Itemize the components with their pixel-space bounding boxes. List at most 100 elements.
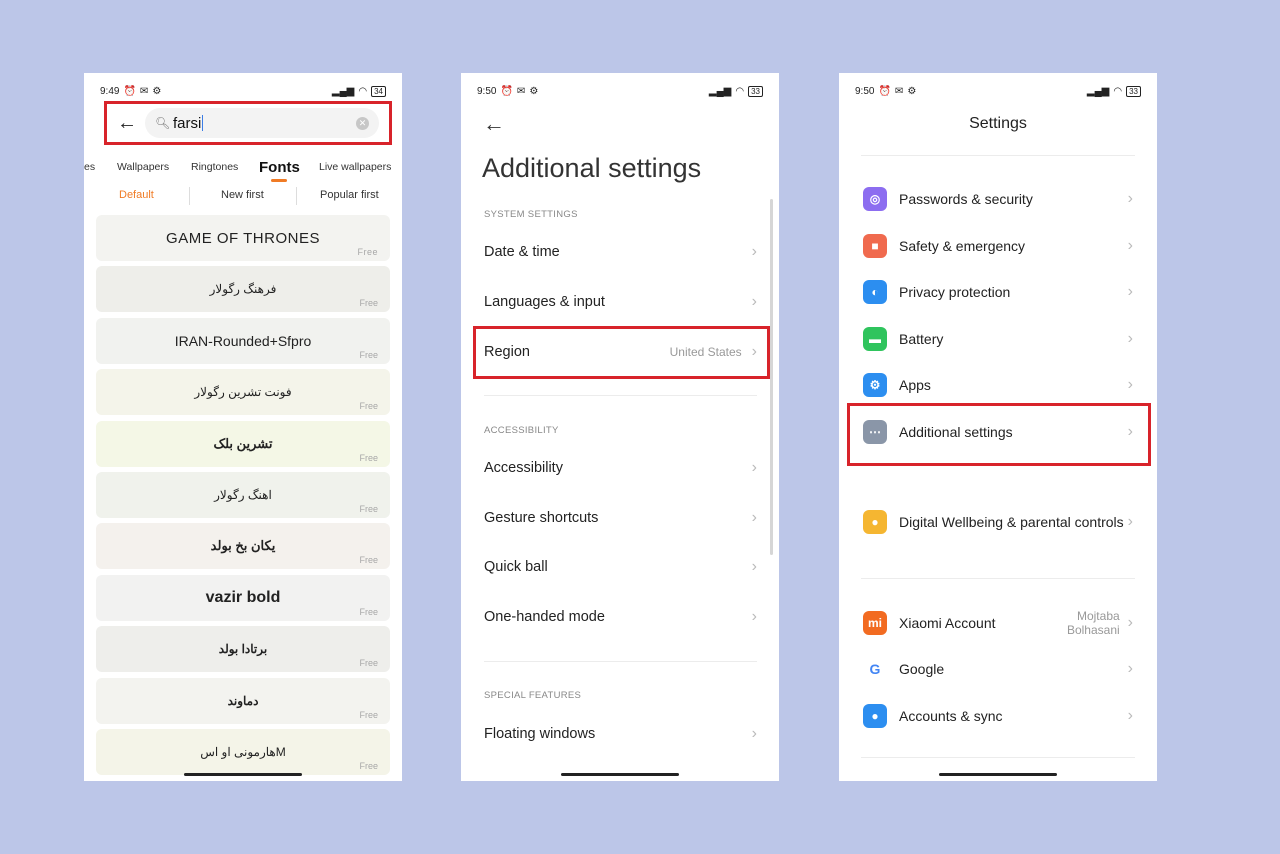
chevron-right-icon: › [751, 725, 757, 742]
sort-popular-first[interactable]: Popular first [320, 189, 379, 201]
settings-item-passwords[interactable]: ◎ Passwords & security › [863, 187, 1133, 211]
font-name: IRAN-Rounded+Sfpro [174, 332, 312, 349]
chevron-right-icon: › [751, 608, 757, 625]
row-accessibility[interactable]: Accessibility › [484, 453, 757, 483]
divider [189, 187, 190, 205]
battery-icon: 34 [371, 85, 386, 97]
font-name: تشرین بلک [213, 435, 273, 451]
font-card[interactable]: IRAN-Rounded+Sfpro Free [96, 317, 390, 364]
settings-item-safety[interactable]: ■ Safety & emergency › [863, 234, 1133, 258]
sort-new-first[interactable]: New first [221, 189, 264, 201]
message-icon: ✉ [139, 85, 149, 97]
tab-fonts[interactable]: Fonts [259, 159, 300, 182]
page-title: Additional settings [482, 153, 702, 183]
home-indicator[interactable] [939, 773, 1057, 776]
additional-settings-screen: 9:50 ⏰ ✉ ⚙ ▂▄▆ ◠ 33 ← Additional setting… [461, 73, 779, 781]
settings-item-wellbeing[interactable]: ● Digital Wellbeing & parental controls … [863, 510, 1133, 534]
status-time: 9:49 [100, 85, 120, 97]
font-name: هارمونی او اسM [200, 744, 286, 759]
back-arrow-icon[interactable]: ← [483, 111, 505, 137]
chevron-right-icon: › [1127, 237, 1133, 254]
row-one-handed-mode[interactable]: One-handed mode › [484, 602, 757, 632]
wifi-icon: ◠ [1113, 85, 1123, 97]
settings-item-battery[interactable]: ▬ Battery › [863, 327, 1133, 351]
row-date-time[interactable]: Date & time › [484, 237, 757, 267]
font-name: فرهنگ رگولار [209, 282, 277, 297]
search-icon: 🔍︎ [155, 116, 171, 130]
font-card[interactable]: هارمونی او اسM Free [96, 728, 390, 775]
price-label: Free [357, 247, 378, 257]
battery-icon: ▬ [863, 327, 887, 351]
item-label: Xiaomi Account [899, 614, 996, 631]
person-icon: ● [863, 704, 887, 728]
privacy-icon: ◐ [863, 280, 887, 304]
price-label: Free [359, 298, 378, 309]
font-name: GAME OF THRONES [166, 229, 320, 247]
tab-live-wallpapers[interactable]: Live wallpapers [319, 161, 391, 173]
status-bar: 9:50 ⏰ ✉ ⚙ ▂▄▆ ◠ 33 [477, 84, 763, 98]
row-languages-input[interactable]: Languages & input › [484, 287, 757, 317]
scrollbar[interactable] [770, 199, 773, 555]
font-card[interactable]: فونت تشرین رگولار Free [96, 369, 390, 416]
font-card[interactable]: فرهنگ رگولار Free [96, 266, 390, 313]
back-arrow-icon[interactable]: ← [117, 112, 139, 135]
account-name: Mojtaba Bolhasani [1067, 609, 1120, 637]
settings-item-privacy[interactable]: ◐ Privacy protection › [863, 280, 1133, 304]
font-card[interactable]: برتادا بولد Free [96, 626, 390, 673]
row-label: Date & time [484, 244, 560, 260]
alarm-icon: ⏰ [123, 85, 136, 97]
row-floating-windows[interactable]: Floating windows › [484, 719, 757, 749]
search-bar-highlight: ← 🔍︎ farsi ✕ [104, 101, 392, 145]
home-indicator[interactable] [184, 773, 302, 776]
item-label: Privacy protection [899, 283, 1011, 300]
signal-icon: ▂▄▆ [1086, 85, 1110, 97]
clear-icon[interactable]: ✕ [356, 116, 369, 130]
section-label: SYSTEM SETTINGS [484, 209, 578, 220]
item-label: Additional settings [899, 423, 1013, 440]
wifi-icon: ◠ [358, 85, 368, 97]
divider [484, 661, 757, 662]
row-label: One-handed mode [484, 609, 605, 625]
chevron-right-icon: › [751, 293, 757, 310]
item-label: Google [899, 660, 945, 677]
chevron-right-icon: › [751, 558, 757, 575]
chevron-right-icon: › [1127, 660, 1133, 677]
chevron-right-icon: › [1127, 513, 1133, 530]
row-region[interactable]: Region United States › [484, 337, 757, 367]
font-card[interactable]: تشرین بلک Free [96, 420, 390, 467]
search-input[interactable]: farsi [173, 115, 356, 132]
font-card[interactable]: vazir bold Free [96, 574, 390, 621]
settings-item-google[interactable]: G Google › [863, 657, 1133, 681]
row-quick-ball[interactable]: Quick ball › [484, 552, 757, 582]
item-label: Apps [899, 376, 931, 393]
row-gesture-shortcuts[interactable]: Gesture shortcuts › [484, 503, 757, 533]
chevron-right-icon: › [1127, 614, 1133, 631]
chevron-right-icon: › [1127, 423, 1133, 440]
price-label: Free [359, 401, 378, 412]
home-indicator[interactable] [561, 773, 679, 776]
font-search-screen: 9:49 ⏰ ✉ ⚙ ▂▄▆ ◠ 34 ← 🔍︎ farsi ✕ es Wall… [84, 73, 402, 781]
search-box[interactable]: 🔍︎ farsi ✕ [145, 108, 379, 138]
tab-ringtones[interactable]: Ringtones [191, 161, 238, 173]
divider [296, 187, 297, 205]
settings-item-xiaomi-account[interactable]: mi Xiaomi Account Mojtaba Bolhasani › [863, 609, 1133, 637]
item-label: Safety & emergency [899, 237, 1026, 254]
sort-default[interactable]: Default [119, 189, 154, 201]
font-card[interactable]: GAME OF THRONES Free [96, 215, 390, 261]
gear-icon: ⚙ [863, 373, 887, 397]
settings-item-apps[interactable]: ⚙ Apps › [863, 373, 1133, 397]
settings-icon: ⚙ [152, 85, 162, 97]
font-card[interactable]: اهنگ رگولار Free [96, 471, 390, 518]
font-card[interactable]: یکان بخ بولد Free [96, 523, 390, 570]
price-label: Free [359, 555, 378, 566]
tab-wallpapers[interactable]: Wallpapers [117, 161, 169, 173]
emergency-icon: ■ [863, 234, 887, 258]
settings-icon: ⚙ [529, 85, 539, 97]
row-label: Floating windows [484, 726, 596, 742]
tab-partial[interactable]: es [84, 161, 95, 173]
font-card[interactable]: دماوند Free [96, 677, 390, 724]
settings-item-additional[interactable]: ⋯ Additional settings › [863, 420, 1133, 444]
settings-item-accounts-sync[interactable]: ● Accounts & sync › [863, 704, 1133, 728]
price-label: Free [359, 452, 378, 463]
divider [861, 757, 1135, 758]
